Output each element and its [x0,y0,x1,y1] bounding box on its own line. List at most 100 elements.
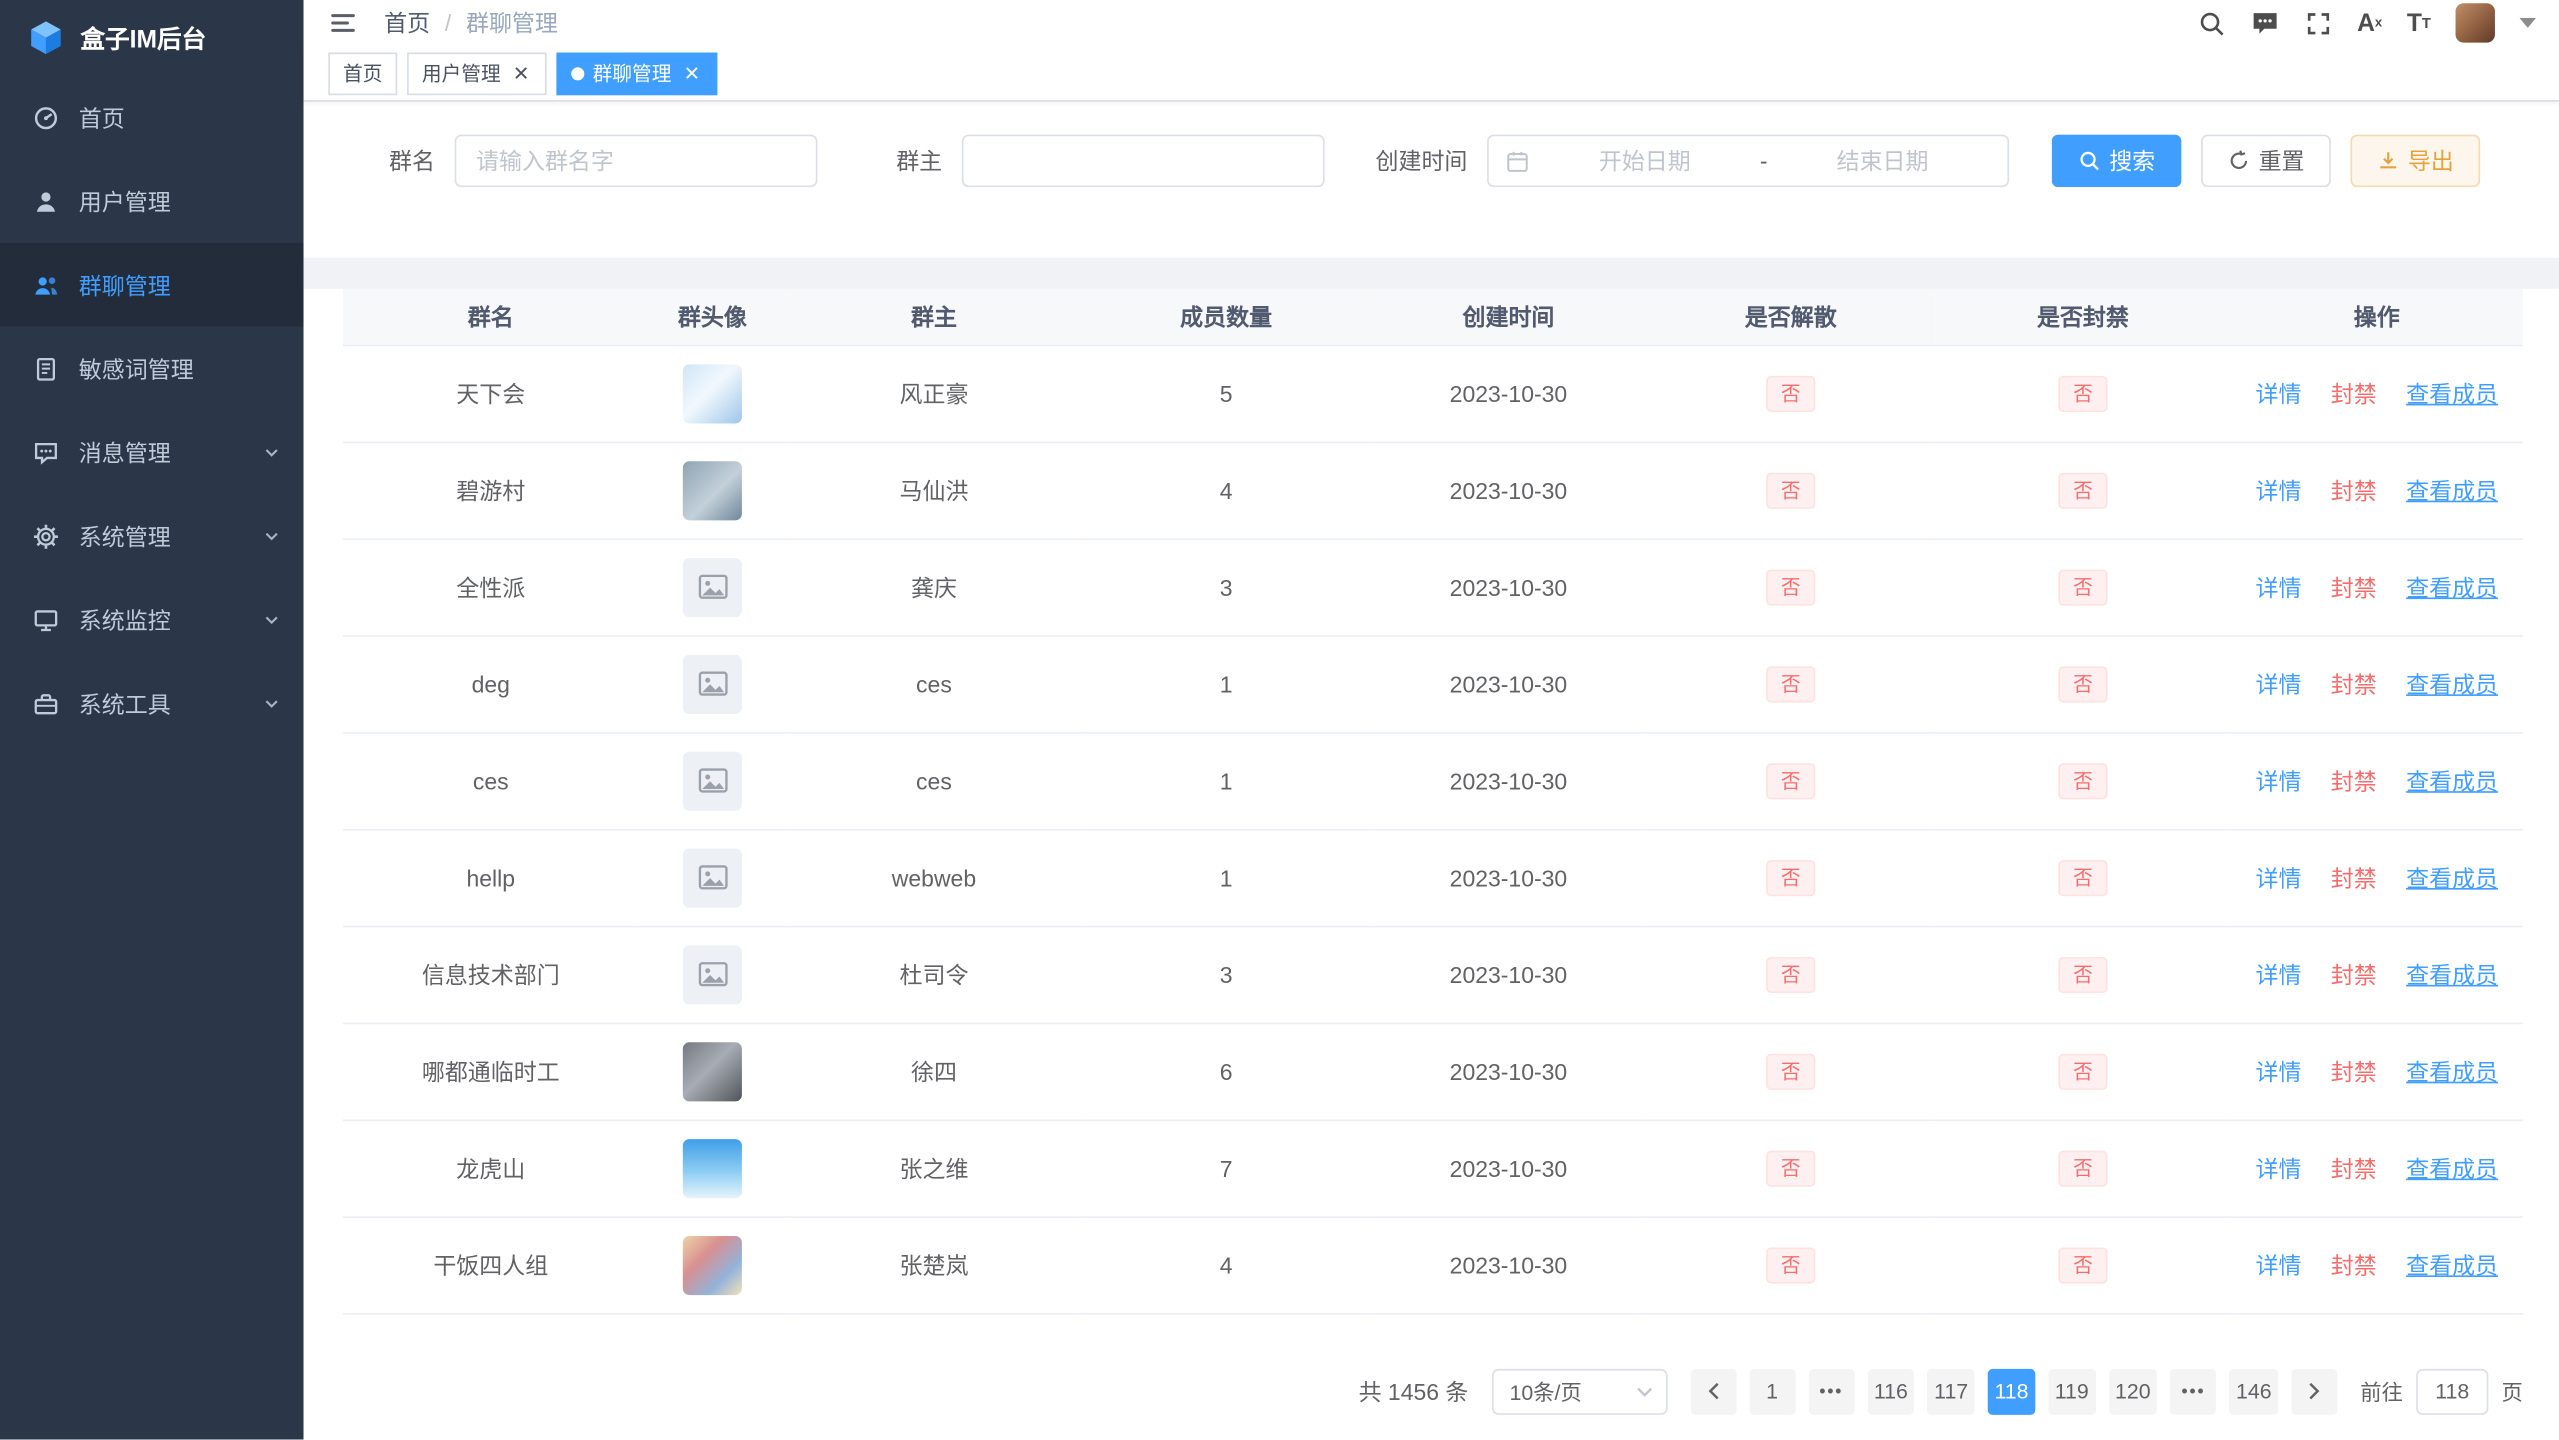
ban-link[interactable]: 封禁 [2331,380,2377,406]
detail-link[interactable]: 详情 [2255,574,2301,600]
more-pages-button[interactable]: ••• [1808,1368,1854,1414]
ban-link[interactable]: 封禁 [2331,574,2377,600]
ban-link[interactable]: 封禁 [2331,1252,2377,1278]
dissolved-badge: 否 [1766,472,1815,508]
view-members-link[interactable]: 查看成员 [2406,1155,2498,1181]
tab-group-management[interactable]: 群聊管理 [556,52,717,95]
detail-link[interactable]: 详情 [2255,671,2301,697]
page-button[interactable]: 146 [2229,1368,2278,1414]
group-owner-cell: 徐四 [786,1023,1081,1120]
ban-link[interactable]: 封禁 [2331,864,2377,890]
detail-link[interactable]: 详情 [2255,477,2301,503]
toolbox-icon [33,690,59,716]
dissolved-cell: 否 [1646,345,1935,442]
created-time-cell: 2023-10-30 [1371,1119,1647,1216]
detail-link[interactable]: 详情 [2255,1252,2301,1278]
tab-close-icon[interactable] [680,62,703,85]
view-members-link[interactable]: 查看成员 [2406,961,2498,987]
ban-link[interactable]: 封禁 [2331,961,2377,987]
chevron-left-icon [1706,1382,1719,1400]
member-count-cell: 7 [1082,1119,1371,1216]
group-name-cell: ces [343,732,638,829]
export-button[interactable]: 导出 [2350,135,2480,188]
layout-size-icon[interactable]: TT [2407,11,2431,36]
ban-link[interactable]: 封禁 [2331,1155,2377,1181]
page-button[interactable]: 116 [1867,1368,1914,1414]
detail-link[interactable]: 详情 [2255,1058,2301,1084]
current-page-button[interactable]: 118 [1988,1368,2035,1414]
date-start-placeholder: 开始日期 [1536,144,1753,177]
fullscreen-icon[interactable] [2305,9,2333,37]
created-time-cell: 2023-10-30 [1371,345,1647,442]
ban-link[interactable]: 封禁 [2331,767,2377,793]
dissolved-cell: 否 [1646,1216,1935,1313]
table-row: deg ces 1 2023-10-30 否 否 详情 封禁 查看成员 [343,635,2523,732]
sidebar-item-system-tools[interactable]: 系统工具 [0,661,304,745]
sidebar-item-messages[interactable]: 消息管理 [0,410,304,494]
banned-cell: 否 [1935,345,2230,442]
group-avatar-cell [639,926,787,1023]
goto-suffix: 页 [2501,1375,2522,1406]
group-name-cell: 哪都通临时工 [343,1023,638,1120]
sidebar-item-sensitive-words[interactable]: 敏感词管理 [0,327,304,411]
detail-link[interactable]: 详情 [2255,380,2301,406]
view-members-link[interactable]: 查看成员 [2406,671,2498,697]
group-avatar-cell [639,1119,787,1216]
group-avatar [683,557,742,616]
page-button[interactable]: 119 [2048,1368,2095,1414]
tab-close-icon[interactable] [509,62,532,85]
goto-page-input[interactable]: 118 [2416,1368,2488,1414]
sidebar-item-groups[interactable]: 群聊管理 [0,243,304,327]
sidebar-item-users[interactable]: 用户管理 [0,159,304,243]
col-dissolved: 是否解散 [1646,289,1935,345]
search-button[interactable]: 搜索 [2052,135,2182,188]
hamburger-icon[interactable] [328,8,358,38]
view-members-link[interactable]: 查看成员 [2406,767,2498,793]
dissolved-badge: 否 [1766,666,1815,702]
breadcrumb-home[interactable]: 首页 [384,7,430,40]
message-icon[interactable] [2250,8,2280,38]
page-button[interactable]: 120 [2108,1368,2157,1414]
next-page-button[interactable] [2291,1368,2337,1414]
caret-down-icon[interactable] [2520,18,2536,28]
user-avatar[interactable] [2456,3,2495,42]
ban-link[interactable]: 封禁 [2331,671,2377,697]
detail-link[interactable]: 详情 [2255,961,2301,987]
group-name-input[interactable]: 请输入群名字 [455,135,818,188]
sidebar-item-system-monitor[interactable]: 系统监控 [0,578,304,662]
calendar-icon [1505,149,1530,174]
tab-home[interactable]: 首页 [328,52,397,95]
detail-link[interactable]: 详情 [2255,767,2301,793]
created-time-cell: 2023-10-30 [1371,926,1647,1023]
group-name-cell: deg [343,635,638,732]
actions-cell: 详情 封禁 查看成员 [2231,829,2523,926]
col-group-owner: 群主 [786,289,1081,345]
view-members-link[interactable]: 查看成员 [2406,477,2498,503]
view-members-link[interactable]: 查看成员 [2406,1058,2498,1084]
search-icon[interactable] [2198,9,2226,37]
more-pages-button[interactable]: ••• [2170,1368,2216,1414]
sidebar-item-home[interactable]: 首页 [0,76,304,160]
ban-link[interactable]: 封禁 [2331,1058,2377,1084]
sidebar-item-system-management[interactable]: 系统管理 [0,494,304,578]
page-button[interactable]: 117 [1928,1368,1975,1414]
page-button[interactable]: 1 [1749,1368,1795,1414]
view-members-link[interactable]: 查看成员 [2406,1252,2498,1278]
col-banned: 是否封禁 [1935,289,2230,345]
font-size-icon[interactable]: Ax [2357,11,2382,36]
date-end-placeholder: 结束日期 [1774,144,1991,177]
detail-link[interactable]: 详情 [2255,1155,2301,1181]
view-members-link[interactable]: 查看成员 [2406,380,2498,406]
owner-input[interactable] [962,135,1325,188]
prev-page-button[interactable] [1690,1368,1736,1414]
ban-link[interactable]: 封禁 [2331,477,2377,503]
col-created-time: 创建时间 [1371,289,1647,345]
reset-button[interactable]: 重置 [2201,135,2331,188]
tab-user-management[interactable]: 用户管理 [407,52,547,95]
cube-logo-icon [26,18,65,57]
page-size-select[interactable]: 10条/页 [1491,1368,1667,1414]
date-range-picker[interactable]: 开始日期 - 结束日期 [1487,135,2009,188]
view-members-link[interactable]: 查看成员 [2406,574,2498,600]
view-members-link[interactable]: 查看成员 [2406,864,2498,890]
detail-link[interactable]: 详情 [2255,864,2301,890]
